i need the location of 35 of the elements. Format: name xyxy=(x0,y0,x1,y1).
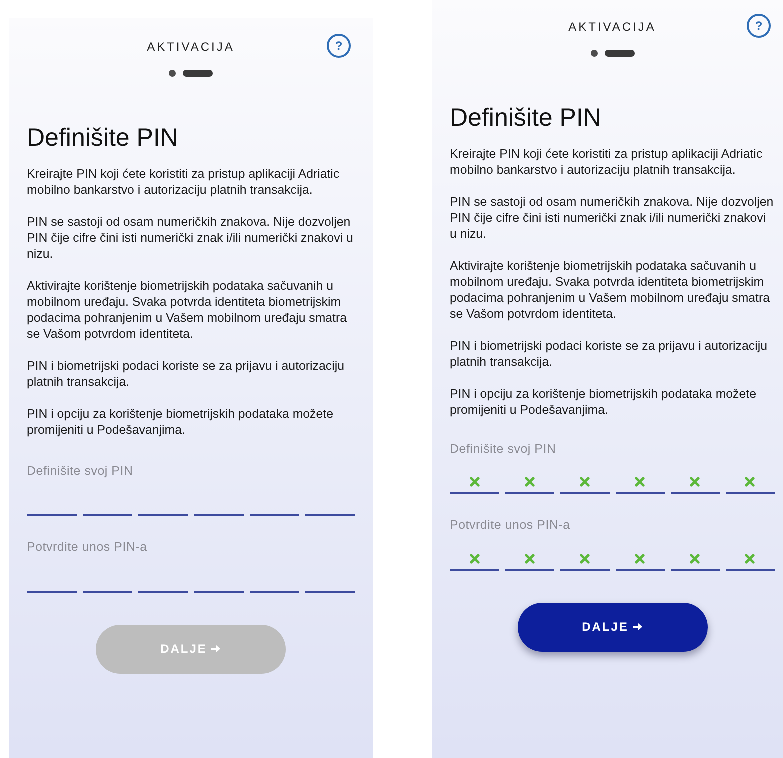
cross-icon xyxy=(635,554,646,564)
cross-icon xyxy=(635,477,646,488)
cross-icon xyxy=(690,554,700,564)
field-label: Definišite svoj PIN xyxy=(450,440,558,458)
body-paragraph: PIN i opciju za korištenje biometrijskih podataka možete promijeniti u Podešavanjima. xyxy=(27,406,334,438)
body-paragraph: PIN se sastoji od osam numeričkih znakova. Nije dozvoljen PIN čije cifre čini isti numerički znak i/ili numerički znakovi u nizu. xyxy=(27,214,354,262)
screen-title: AKTIVACIJA xyxy=(568,19,656,36)
screen-title: AKTIVACIJA xyxy=(147,39,235,56)
arrow-right-icon xyxy=(632,622,643,632)
cross-icon xyxy=(524,477,535,488)
help-button[interactable]: ? xyxy=(747,14,771,38)
cross-icon xyxy=(580,554,590,564)
body-paragraph: Aktivirajte korištenje biometrijskih podataka sačuvanih u mobilnom uređaju. Svaka potvrda identiteta biometrijskim podacima pohranjenim u Vašem mobilnom uređaju smatra se Vašom potvrdom identiteta. xyxy=(27,278,348,342)
body-paragraph: PIN i biometrijski podaci koriste se za prijavu i autorizaciju platnih transakcija. xyxy=(27,358,346,390)
next-button[interactable]: DALJE xyxy=(518,602,708,652)
cross-icon xyxy=(580,477,590,488)
cross-icon xyxy=(745,477,756,488)
field-label: Potvrdite unos PIN-a xyxy=(450,517,572,534)
body-paragraph: Aktivirajte korištenje biometrijskih podataka sačuvanih u mobilnom uređaju. Svaka potvrda identiteta biometrijskim podacima pohranjenim u Vašem mobilnom uređaju smatra se Vašom potvrdom identiteta. xyxy=(450,258,772,322)
body-paragraph: PIN se sastoji od osam numeričkih znakova. Nije dozvoljen PIN čije cifre čini isti numerički znak i/ili numerički znakovi u nizu. xyxy=(450,194,775,242)
cross-icon xyxy=(470,477,480,488)
cross-icon xyxy=(470,554,480,564)
field-label: Potvrdite unos PIN-a xyxy=(27,539,148,556)
help-button[interactable]: ? xyxy=(327,34,351,58)
page-heading: Definišite PIN xyxy=(450,103,602,134)
body-paragraph: Kreirajte PIN koji ćete koristiti za pristup aplikaciji Adriatic mobilno bankarstvo i autorizaciju platnih transakcija. xyxy=(450,146,764,178)
cross-icon xyxy=(690,477,700,488)
body-paragraph: PIN i biometrijski podaci koriste se za prijavu i autorizaciju platnih transakcija. xyxy=(450,338,768,370)
body-paragraph: Kreirajte PIN koji ćete koristiti za pristup aplikaciji Adriatic mobilno bankarstvo i autorizaciju platnih transakcija. xyxy=(27,166,341,198)
cross-icon xyxy=(524,554,535,564)
arrow-right-icon xyxy=(211,644,222,654)
cross-icon xyxy=(745,554,756,564)
body-paragraph: PIN i opciju za korištenje biometrijskih podataka možete promijeniti u Podešavanjima. xyxy=(450,386,758,418)
field-label: Definišite svoj PIN xyxy=(27,462,134,480)
page-heading: Definišite PIN xyxy=(27,123,180,154)
